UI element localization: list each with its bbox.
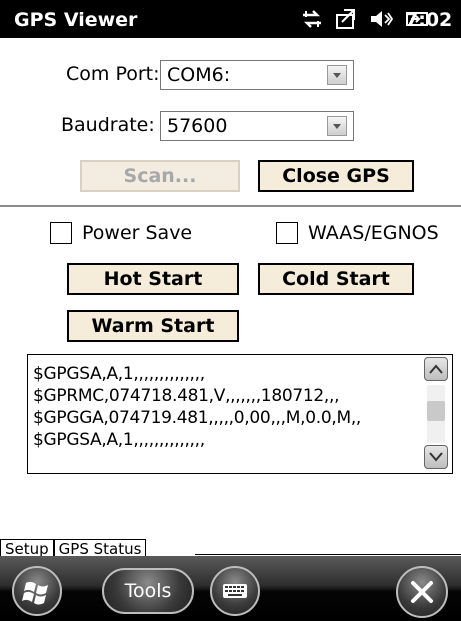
tools-button[interactable]: Tools <box>102 568 194 614</box>
log-scrollbar[interactable] <box>424 357 450 471</box>
keyboard-button[interactable] <box>210 566 260 616</box>
log-line: $GPGGA,074719.481,,,,,0,00,,,M,0.0,M,, <box>33 408 362 428</box>
log-line: $GPGSA,A,1,,,,,,,,,,,,,, <box>33 430 205 450</box>
baudrate-label: Baudrate: <box>61 114 155 136</box>
chevron-down-icon[interactable] <box>327 116 347 136</box>
connectivity-icon[interactable] <box>300 7 324 31</box>
close-app-button[interactable] <box>396 566 448 618</box>
waas-egnos-label: WAAS/EGNOS <box>308 222 439 244</box>
volume-icon[interactable] <box>368 7 394 31</box>
log-lines: $GPGSA,A,1,,,,,,,,,,,,,, $GPRMC,074718.4… <box>33 363 423 451</box>
com-port-label: Com Port: <box>66 63 160 85</box>
keyboard-icon <box>223 584 247 598</box>
power-save-label: Power Save <box>82 222 193 244</box>
bottom-bar: Tools <box>0 556 461 621</box>
windows-logo-icon <box>22 581 48 605</box>
app-title: GPS Viewer <box>14 9 138 31</box>
close-gps-button[interactable]: Close GPS <box>258 160 414 192</box>
cold-start-button[interactable]: Cold Start <box>258 263 414 295</box>
divider <box>0 205 461 207</box>
tab-strip: Setup GPS Status <box>0 539 147 556</box>
clock[interactable]: 7:02 <box>405 9 452 31</box>
scroll-track[interactable] <box>427 385 445 443</box>
baudrate-select[interactable]: 57600 <box>160 111 354 141</box>
nmea-log[interactable]: $GPGSA,A,1,,,,,,,,,,,,,, $GPRMC,074718.4… <box>27 354 453 474</box>
baudrate-value: 57600 <box>167 115 228 137</box>
com-port-value: COM6: <box>167 64 231 86</box>
scan-button[interactable]: Scan... <box>80 160 240 192</box>
scroll-down-button[interactable] <box>424 445 448 469</box>
tab-setup[interactable]: Setup <box>0 539 54 556</box>
hot-start-button[interactable]: Hot Start <box>67 263 239 295</box>
checkbox-box[interactable] <box>50 222 72 244</box>
scroll-up-button[interactable] <box>424 357 448 381</box>
chevron-down-icon[interactable] <box>327 65 347 85</box>
sync-icon[interactable] <box>334 7 358 31</box>
waas-egnos-checkbox[interactable]: WAAS/EGNOS <box>276 222 439 244</box>
warm-start-button[interactable]: Warm Start <box>67 310 239 342</box>
chevron-down-icon <box>429 452 443 462</box>
tab-gps-status[interactable]: GPS Status <box>53 539 147 556</box>
scroll-thumb[interactable] <box>427 401 445 421</box>
close-icon <box>411 581 433 603</box>
com-port-select[interactable]: COM6: <box>160 60 354 90</box>
checkbox-box[interactable] <box>276 222 298 244</box>
log-line: $GPGSA,A,1,,,,,,,,,,,,,, <box>33 364 205 384</box>
status-bar: GPS Viewer 7:02 <box>0 0 461 38</box>
start-button[interactable] <box>12 566 62 616</box>
tab-divider <box>195 554 461 555</box>
log-line: $GPRMC,074718.481,V,,,,,,,180712,,, <box>33 386 340 406</box>
chevron-up-icon <box>429 364 443 374</box>
power-save-checkbox[interactable]: Power Save <box>50 222 192 244</box>
